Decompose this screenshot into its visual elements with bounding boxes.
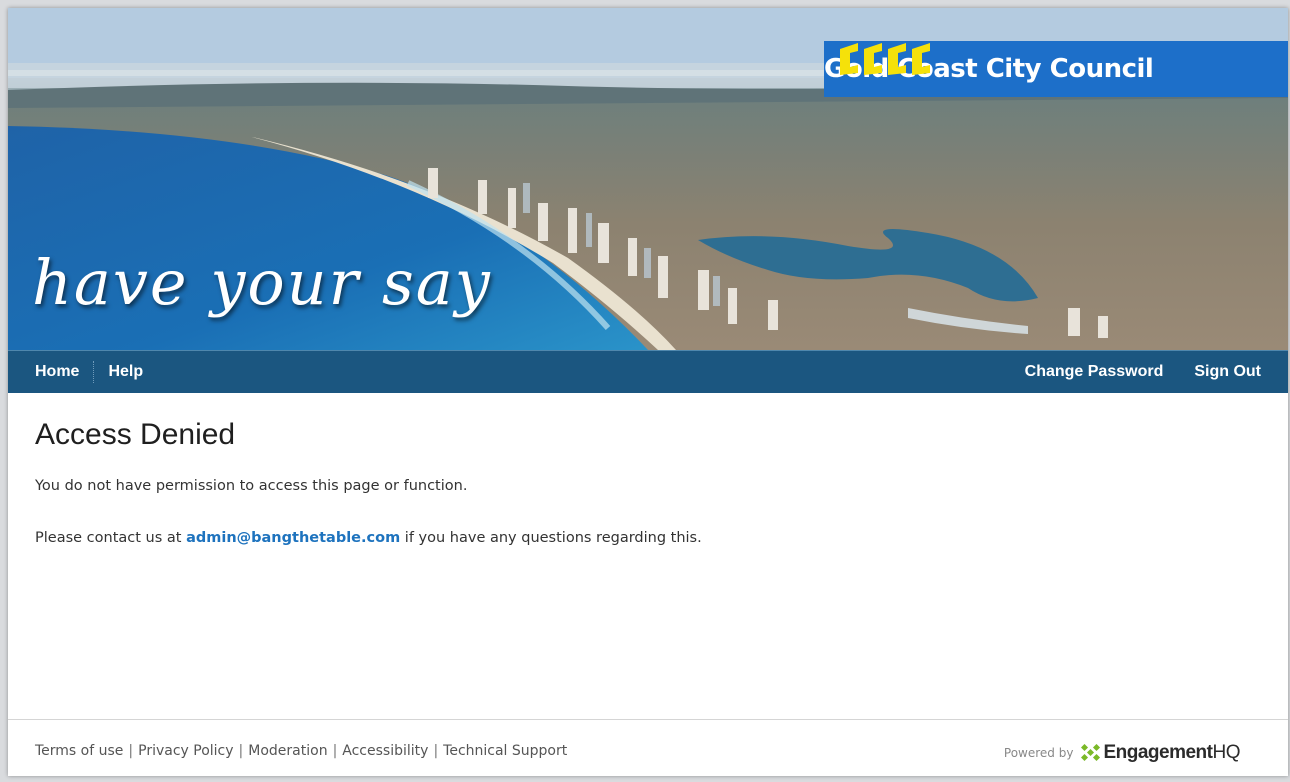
council-logo[interactable]: Gold Coast City Council	[824, 41, 1288, 97]
brand-suffix: HQ	[1212, 742, 1241, 763]
moderation-link[interactable]: Moderation	[248, 743, 327, 759]
privacy-link[interactable]: Privacy Policy	[138, 743, 233, 759]
powered-by[interactable]: Powered by EngagementHQ	[1003, 742, 1241, 764]
engagementhq-icon	[1081, 744, 1101, 762]
tagline: have your say	[32, 246, 492, 319]
terms-link[interactable]: Terms of use	[35, 743, 123, 759]
sign-out-link[interactable]: Sign Out	[1194, 363, 1261, 381]
header-banner: Gold Coast City Council have your say	[8, 8, 1288, 350]
nav-home-link[interactable]: Home	[35, 363, 79, 381]
contact-email-link[interactable]: admin@bangthetable.com	[186, 530, 400, 546]
brand-main: Engagement	[1103, 742, 1213, 763]
council-logo-mark-icon	[840, 43, 930, 75]
nav-separator	[93, 361, 95, 383]
browser-page: Gold Coast City Council have your say Ho…	[8, 8, 1288, 776]
accessibility-link[interactable]: Accessibility	[342, 743, 428, 759]
footer: Terms of use | Privacy Policy | Moderation | A…	[8, 719, 1288, 776]
technical-support-link[interactable]: Technical Support	[443, 743, 567, 759]
main-content: Access Denied You do not have permission…	[35, 418, 1255, 548]
page-title: Access Denied	[35, 418, 236, 451]
contact-prefix: Please contact us at	[35, 530, 182, 546]
denied-message: You do not have permission to access thi…	[35, 478, 468, 494]
engagementhq-brand: EngagementHQ	[1103, 742, 1240, 764]
nav-left: Home Help	[35, 361, 143, 383]
nav-help-link[interactable]: Help	[108, 363, 143, 381]
contact-message: Please contact us at admin@bangthetable.…	[35, 528, 1255, 548]
nav-right: Change Password Sign Out	[1025, 363, 1261, 381]
footer-links: Terms of use | Privacy Policy | Moderation | A…	[35, 743, 568, 759]
main-nav: Home Help Change Password Sign Out	[8, 350, 1288, 393]
powered-by-label: Powered by	[1003, 746, 1074, 760]
contact-suffix: if you have any questions regarding this…	[404, 530, 702, 546]
change-password-link[interactable]: Change Password	[1025, 363, 1164, 381]
